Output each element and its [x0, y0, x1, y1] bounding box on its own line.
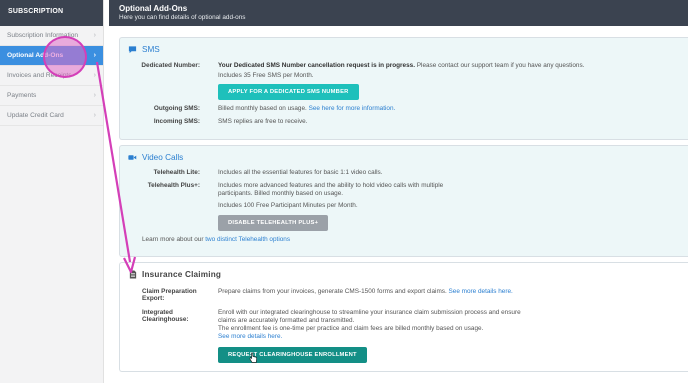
integrated-clearinghouse-line3: The enrollment fee is one-time per pract…: [218, 325, 484, 332]
outgoing-sms-info-link[interactable]: See here for more information.: [309, 105, 396, 112]
integrated-clearinghouse-text: Enroll with our integrated clearinghouse…: [210, 309, 521, 341]
integrated-clearinghouse-line2: claims are accurately formatted and tran…: [218, 317, 355, 324]
chat-bubble-icon: [128, 45, 137, 54]
disable-telehealth-plus-button[interactable]: DISABLE TELEHEALTH PLUS+: [218, 215, 329, 231]
sms-panel: SMS Dedicated Number: Your Dedicated SMS…: [119, 37, 688, 140]
apply-dedicated-sms-button[interactable]: APPLY FOR A DEDICATED SMS NUMBER: [218, 84, 359, 100]
telehealth-lite-label: Telehealth Lite:: [153, 169, 200, 176]
page-title: Optional Add-Ons: [119, 4, 188, 13]
telehealth-plus-text: Includes more advanced features and the …: [200, 182, 443, 198]
claim-preparation-label-line2: Export:: [142, 295, 165, 302]
chevron-right-icon: ›: [93, 32, 96, 39]
page-header: Optional Add-Ons Here you can find detai…: [109, 0, 688, 26]
insurance-claiming-title: Insurance Claiming: [142, 270, 222, 279]
claim-preparation-text: Prepare claims from your invoices, gener…: [210, 288, 513, 302]
integrated-clearinghouse-details-link[interactable]: See more details here.: [218, 333, 521, 341]
sms-includes-text: Includes 35 Free SMS per Month.: [218, 72, 314, 79]
integrated-clearinghouse-label-line1: Integrated: [142, 309, 173, 316]
chevron-right-icon: ›: [93, 72, 96, 79]
sidebar-item-payments[interactable]: Payments ›: [0, 86, 103, 106]
video-calls-panel-title: Video Calls: [120, 146, 688, 166]
document-icon: [128, 270, 137, 279]
video-camera-icon: [128, 153, 137, 162]
insurance-claiming-panel-title: Insurance Claiming: [120, 263, 688, 283]
video-calls-panel: Video Calls Telehealth Lite: Includes al…: [119, 145, 688, 257]
telehealth-plus-line1: Includes more advanced features and the …: [218, 182, 444, 189]
incoming-sms-text: SMS replies are free to receive.: [218, 118, 308, 125]
telehealth-learn-more: Learn more about our two distinct Telehe…: [142, 236, 290, 244]
chevron-right-icon: ›: [93, 52, 96, 59]
chevron-right-icon: ›: [93, 92, 96, 99]
incoming-sms-label: Incoming SMS:: [153, 118, 200, 125]
dedicated-number-status-rest: Please contact our support team if you h…: [414, 62, 585, 69]
outgoing-sms-label: Outgoing SMS:: [153, 105, 200, 112]
request-clearinghouse-enrollment-button[interactable]: REQUEST CLEARINGHOUSE ENROLLMENT: [218, 347, 367, 363]
telehealth-plus-line2: participants. Billed monthly based on us…: [218, 190, 344, 197]
telehealth-plus-includes: Includes 100 Free Participant Minutes pe…: [218, 202, 358, 209]
video-calls-title: Video Calls: [142, 153, 184, 162]
sidebar-item-label: Payments: [7, 92, 37, 99]
dedicated-number-label: Dedicated Number:: [141, 62, 200, 69]
integrated-clearinghouse-line1: Enroll with our integrated clearinghouse…: [218, 309, 521, 316]
dedicated-number-status: Your Dedicated SMS Number cancellation r…: [200, 62, 584, 70]
hand-cursor-icon: [249, 352, 257, 363]
insurance-claiming-panel: Insurance Claiming Claim Preparation Exp…: [119, 262, 688, 372]
integrated-clearinghouse-label: Integrated Clearinghouse:: [130, 309, 210, 341]
telehealth-learn-prefix: Learn more about our: [142, 236, 206, 243]
sidebar-heading: SUBSCRIPTION: [0, 0, 103, 26]
claim-preparation-desc: Prepare claims from your invoices, gener…: [218, 288, 447, 295]
chevron-right-icon: ›: [93, 112, 96, 119]
outgoing-sms-desc: Billed monthly based on usage.: [218, 105, 307, 112]
sms-title: SMS: [142, 45, 160, 54]
claim-preparation-label: Claim Preparation Export:: [130, 288, 210, 302]
telehealth-options-link[interactable]: two distinct Telehealth options: [205, 236, 290, 243]
sidebar-item-label: Update Credit Card: [7, 112, 64, 119]
sms-panel-title: SMS: [120, 38, 688, 58]
claim-preparation-details-link[interactable]: See more details here.: [449, 288, 513, 295]
dedicated-number-status-bold: Your Dedicated SMS Number cancellation r…: [218, 62, 415, 69]
claim-preparation-label-line1: Claim Preparation: [142, 288, 197, 295]
page-subtitle: Here you can find details of optional ad…: [119, 14, 246, 21]
integrated-clearinghouse-label-line2: Clearinghouse:: [142, 316, 189, 323]
sidebar-item-update-credit-card[interactable]: Update Credit Card ›: [0, 106, 103, 126]
highlight-circle: [43, 36, 87, 78]
telehealth-lite-text: Includes all the essential features for …: [218, 169, 383, 176]
telehealth-plus-label: Telehealth Plus+:: [147, 182, 200, 189]
outgoing-sms-text: Billed monthly based on usage. See here …: [200, 105, 395, 113]
